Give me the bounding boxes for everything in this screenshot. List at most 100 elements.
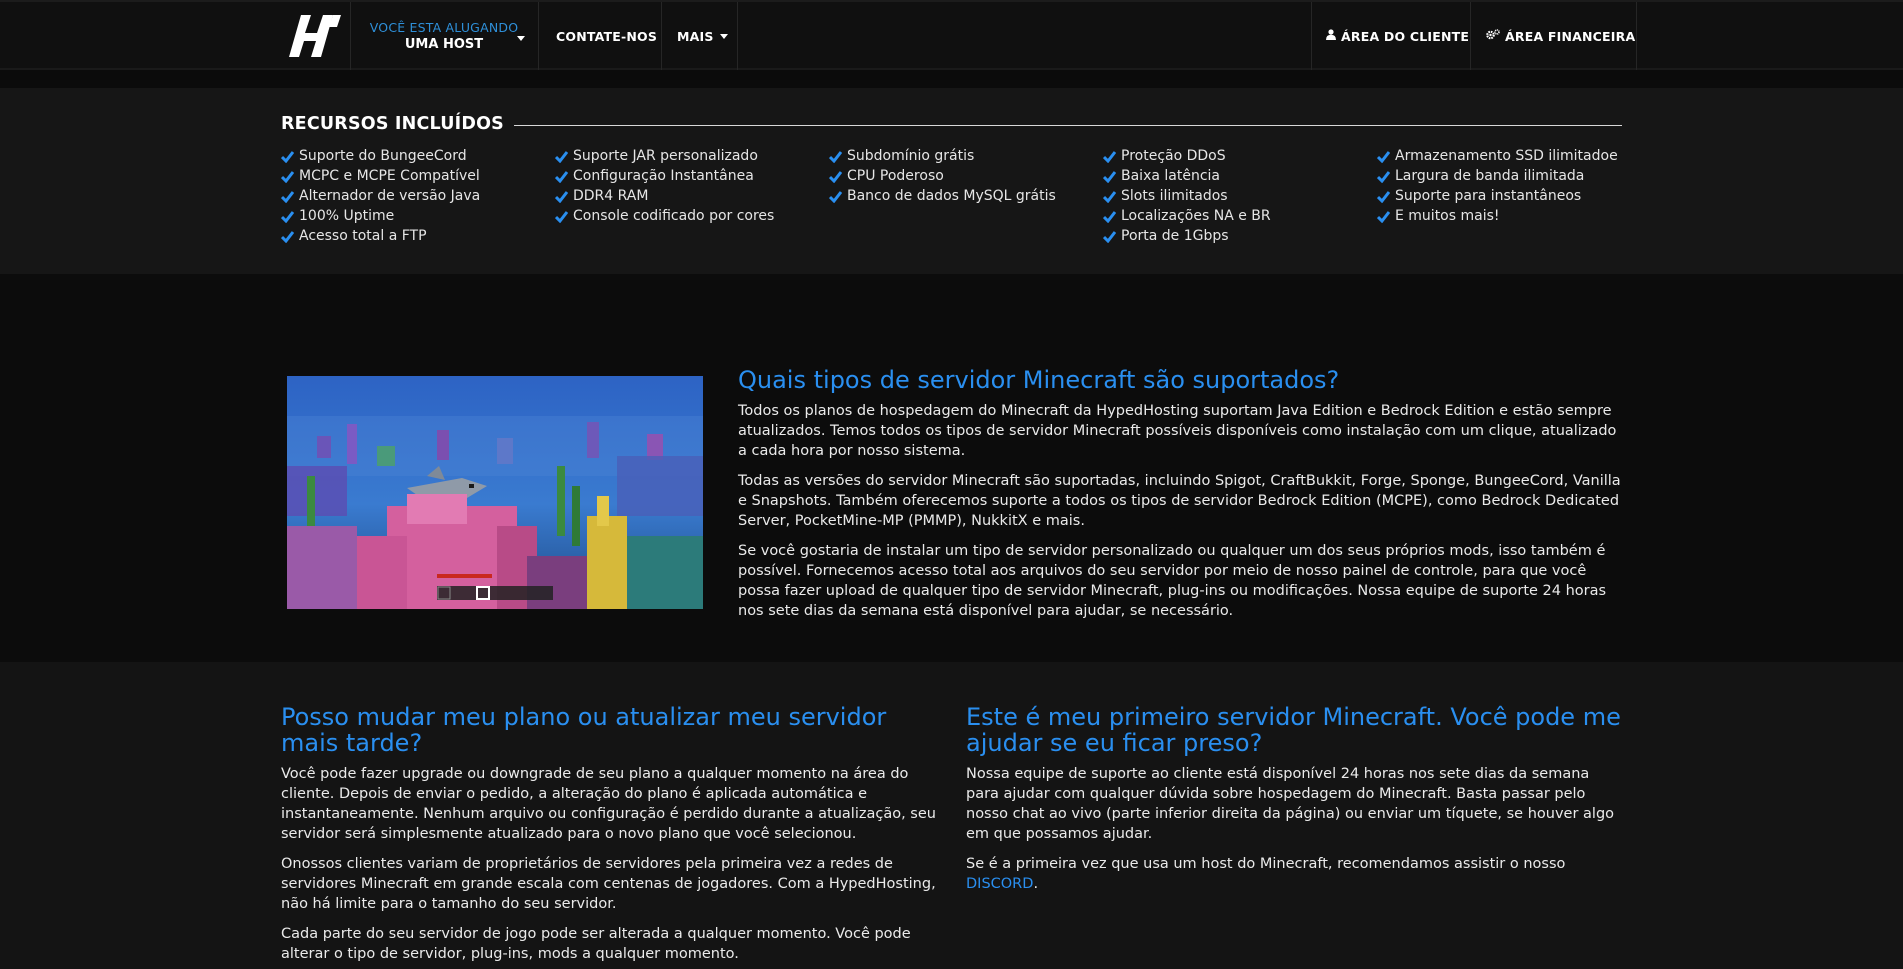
feature-item: DDR4 RAM — [554, 186, 774, 206]
rent-host-subtitle: VOCÊ ESTA ALUGANDO — [369, 20, 519, 35]
feature-item: Banco de dados MySQL grátis — [828, 186, 1056, 206]
upgrade-faq-title: Posso mudar meu plano ou atualizar meu s… — [281, 703, 887, 757]
chevron-down-icon — [719, 33, 728, 39]
server-types-paragraph: Se você gostaria de instalar um tipo de … — [738, 543, 1607, 619]
client-area-link[interactable]: ÁREA DO CLIENTE — [1326, 2, 1469, 70]
feature-label: Baixa latência — [1121, 168, 1220, 184]
contact-label: CONTATE-NOS — [556, 28, 658, 44]
discord-intro-text: Se é a primeira vez que usa um host do M… — [966, 856, 1566, 872]
checkmark-icon — [828, 149, 843, 164]
feature-label: Suporte do BungeeCord — [299, 148, 467, 164]
checkmark-icon — [280, 149, 295, 164]
feature-label: Subdomínio grátis — [847, 148, 975, 164]
feature-label: Localizações NA e BR — [1121, 208, 1271, 224]
checkmark-icon — [554, 189, 569, 204]
feature-label: Slots ilimitados — [1121, 188, 1228, 204]
upgrade-faq-paragraph: Você pode fazer upgrade ou downgrade de … — [281, 766, 936, 842]
rent-host-dropdown[interactable]: VOCÊ ESTA ALUGANDO UMA HOST — [351, 2, 537, 70]
faq-section: Posso mudar meu plano ou atualizar meu s… — [0, 662, 1903, 969]
server-types-paragraph: Todos os planos de hospedagem do Minecra… — [738, 403, 1617, 459]
user-icon — [1326, 29, 1336, 43]
checkmark-icon — [280, 229, 295, 244]
feature-label: Suporte para instantâneos — [1395, 188, 1582, 204]
nav-divider — [1636, 2, 1637, 70]
feature-column: Suporte do BungeeCord MCPC e MCPE Compatí… — [280, 146, 481, 246]
checkmark-icon — [1102, 209, 1117, 224]
checkmark-icon — [1102, 169, 1117, 184]
hypedhosting-logo[interactable] — [280, 2, 350, 70]
feature-item: Console codificado por cores — [554, 206, 775, 226]
feature-column: Proteção DDoS Baixa latência Slots ilimita… — [1102, 146, 1271, 246]
feature-label: Armazenamento SSD ilimitadoe — [1395, 148, 1618, 164]
rent-host-title: UMA HOST — [404, 37, 484, 52]
feature-label: CPU Poderoso — [847, 168, 944, 184]
server-types-section: Quais tipos de servidor Minecraft são su… — [0, 274, 1903, 662]
feature-item: Localizações NA e BR — [1102, 206, 1271, 226]
feature-item: Porta de 1Gbps — [1102, 226, 1271, 246]
feature-column: Suporte JAR personalizado Configuração In… — [554, 146, 775, 226]
included-features-section: RECURSOS INCLUÍDOS Suporte do BungeeCord… — [0, 88, 1903, 274]
checkmark-icon — [280, 189, 295, 204]
first-server-faq-paragraph: Se é a primeira vez que usa um host do M… — [966, 854, 1626, 894]
top-navbar: VOCÊ ESTA ALUGANDO UMA HOST CONTATE-NOS … — [0, 0, 1903, 70]
checkmark-icon — [280, 169, 295, 184]
logo-mark — [289, 15, 341, 57]
checkmark-icon — [1376, 189, 1391, 204]
feature-column: Armazenamento SSD ilimitadoe Largura de b… — [1376, 146, 1618, 226]
feature-item: Configuração Instantânea — [554, 166, 774, 186]
feature-item: Suporte JAR personalizado — [554, 146, 774, 166]
feature-label: E muitos mais! — [1395, 208, 1500, 224]
title-underline — [506, 125, 1622, 126]
checkmark-icon — [1102, 189, 1117, 204]
features-header: RECURSOS INCLUÍDOS — [281, 114, 1622, 138]
discord-link[interactable]: DISCORD — [966, 876, 1033, 892]
navbar-inner: VOCÊ ESTA ALUGANDO UMA HOST CONTATE-NOS … — [280, 2, 1637, 70]
nav-divider — [737, 2, 738, 70]
feature-label: Suporte JAR personalizado — [573, 148, 758, 164]
chevron-down-icon — [517, 36, 525, 41]
feature-item: E muitos mais! — [1376, 206, 1618, 226]
minecraft-underwater-image — [287, 376, 703, 609]
checkmark-icon — [1376, 209, 1391, 224]
checkmark-icon — [1376, 169, 1391, 184]
checkmark-icon — [828, 169, 843, 184]
feature-label: Console codificado por cores — [573, 208, 775, 224]
server-types-text: Quais tipos de servidor Minecraft são su… — [738, 366, 1623, 621]
contact-link[interactable]: CONTATE-NOS — [556, 2, 657, 70]
checkmark-icon — [554, 209, 569, 224]
feature-item: Baixa latência — [1102, 166, 1271, 186]
feature-label: MCPC e MCPE Compatível — [299, 168, 480, 184]
checkmark-icon — [1376, 149, 1391, 164]
first-server-faq-title: Este é meu primeiro servidor Minecraft. … — [966, 703, 1621, 757]
server-types-title: Quais tipos de servidor Minecraft são su… — [738, 366, 1340, 394]
more-dropdown[interactable]: MAIS — [677, 2, 728, 70]
feature-item: Largura de banda ilimitada — [1376, 166, 1618, 186]
feature-item: Acesso total a FTP — [280, 226, 480, 246]
checkmark-icon — [1102, 149, 1117, 164]
checkmark-icon — [554, 169, 569, 184]
nav-divider — [538, 2, 539, 70]
feature-label: Proteção DDoS — [1121, 148, 1226, 164]
feature-item: Armazenamento SSD ilimitadoe — [1376, 146, 1618, 166]
feature-label: Largura de banda ilimitada — [1395, 168, 1585, 184]
feature-item: Subdomínio grátis — [828, 146, 1056, 166]
feature-label: Alternador de versão Java — [299, 188, 481, 204]
client-area-label: ÁREA DO CLIENTE — [1341, 28, 1470, 44]
checkmark-icon — [828, 189, 843, 204]
upgrade-faq: Posso mudar meu plano ou atualizar meu s… — [281, 704, 941, 964]
checkmark-icon — [554, 149, 569, 164]
discord-suffix-text: . — [1033, 876, 1039, 892]
feature-item: MCPC e MCPE Compatível — [280, 166, 480, 186]
feature-column: Subdomínio grátis CPU Poderoso Banco de da… — [828, 146, 1056, 206]
feature-item: Proteção DDoS — [1102, 146, 1271, 166]
nav-divider — [1470, 2, 1471, 70]
nav-divider — [661, 2, 662, 70]
feature-item: Alternador de versão Java — [280, 186, 481, 206]
feature-label: 100% Uptime — [299, 208, 395, 224]
gears-icon — [1486, 29, 1500, 43]
server-types-paragraph: Todas as versões do servidor Minecraft s… — [738, 473, 1621, 529]
feature-item: Slots ilimitados — [1102, 186, 1271, 206]
features-title: RECURSOS INCLUÍDOS — [281, 114, 514, 134]
feature-label: Acesso total a FTP — [299, 228, 427, 244]
financial-area-link[interactable]: ÁREA FINANCEIRA — [1486, 2, 1635, 70]
